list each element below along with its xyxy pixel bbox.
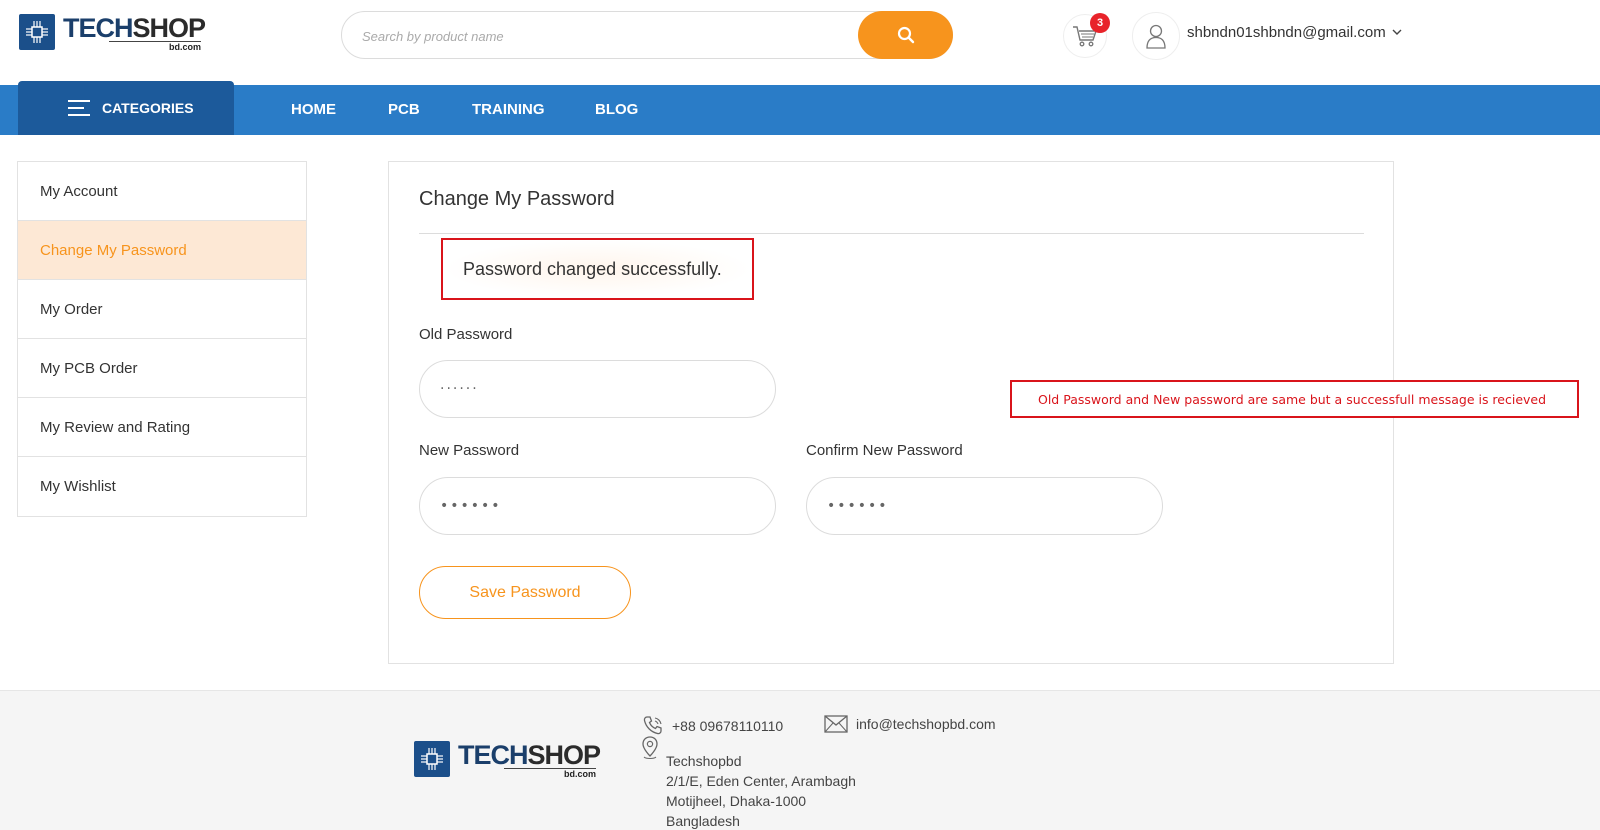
sidebar-item-my-order[interactable]: My Order (18, 280, 306, 339)
user-avatar-button[interactable] (1132, 12, 1180, 60)
bug-annotation-text: Old Password and New password are same b… (1038, 391, 1547, 407)
site-header: TECHSHOP bd.com 3 shbndn01shbndn@gmail (0, 0, 1600, 85)
success-message: Password changed successfully. (441, 238, 754, 300)
address-line: 2/1/E, Eden Center, Arambagh (666, 773, 856, 789)
categories-button[interactable]: CATEGORIES (18, 81, 234, 135)
footer-phone-text: +88 09678110110 (672, 718, 784, 734)
sidebar-item-review-rating[interactable]: My Review and Rating (18, 398, 306, 457)
user-icon (1146, 24, 1166, 49)
old-password-label: Old Password (419, 326, 513, 343)
cart-button[interactable]: 3 (1063, 13, 1110, 58)
success-message-text: Password changed successfully. (463, 258, 722, 279)
new-password-field[interactable] (419, 477, 776, 535)
user-menu[interactable]: shbndn01shbndn@gmail.com (1187, 24, 1402, 41)
logo-wordmark: TECHSHOP bd.com (63, 13, 207, 52)
footer-address: Techshopbd 2/1/E, Eden Center, Arambagh … (666, 751, 856, 830)
cart-count-badge: 3 (1090, 13, 1110, 33)
bug-annotation: Old Password and New password are same b… (1010, 380, 1579, 418)
chip-logo-icon (19, 14, 55, 50)
account-sidebar: My Account Change My Password My Order M… (17, 161, 307, 517)
address-line: Bangladesh (666, 813, 740, 829)
address-line: Techshopbd (666, 753, 742, 769)
envelope-icon (824, 715, 848, 733)
logo-word-tech: TECH (458, 740, 528, 770)
sidebar-item-change-password[interactable]: Change My Password (18, 221, 306, 280)
title-divider (419, 233, 1364, 234)
chip-logo-icon (414, 741, 450, 777)
search-input[interactable] (362, 25, 842, 47)
nav-link-pcb[interactable]: PCB (388, 101, 420, 118)
sidebar-item-label: My PCB Order (40, 359, 138, 377)
logo-word-tech: TECH (63, 13, 133, 43)
old-password-field[interactable] (419, 360, 776, 418)
sidebar-item-label: My Order (40, 300, 103, 318)
logo-domain: bd.com (109, 41, 202, 52)
sidebar-item-label: My Account (40, 182, 118, 200)
logo-word-shop: SHOP (132, 13, 207, 43)
confirm-password-label: Confirm New Password (806, 442, 963, 459)
main-nav: CATEGORIES HOME PCB TRAINING BLOG (0, 81, 1600, 135)
nav-link-training[interactable]: TRAINING (472, 101, 545, 118)
location-pin-icon (641, 736, 659, 760)
page-title: Change My Password (419, 188, 615, 210)
nav-link-home[interactable]: HOME (291, 101, 336, 118)
address-line: Motijheel, Dhaka-1000 (666, 793, 807, 809)
sidebar-item-label: Change My Password (40, 241, 187, 259)
search-icon (897, 26, 914, 44)
nav-link-blog[interactable]: BLOG (595, 101, 638, 118)
logo-wordmark: TECHSHOP bd.com (458, 740, 602, 779)
sidebar-item-label: My Wishlist (40, 478, 116, 495)
site-logo[interactable]: TECHSHOP bd.com (19, 13, 207, 52)
sidebar-item-my-pcb-order[interactable]: My PCB Order (18, 339, 306, 398)
new-password-label: New Password (419, 442, 520, 459)
chevron-down-icon (1392, 29, 1402, 35)
logo-domain: bd.com (504, 768, 597, 779)
confirm-password-field[interactable] (806, 477, 1163, 535)
categories-label: CATEGORIES (102, 100, 194, 116)
sidebar-item-my-account[interactable]: My Account (18, 162, 306, 221)
search-button[interactable] (858, 11, 953, 59)
search-bar (341, 11, 953, 59)
footer-phone: +88 09678110110 (642, 715, 783, 737)
footer-email[interactable]: info@techshopbd.com (824, 715, 996, 733)
sidebar-item-wishlist[interactable]: My Wishlist (18, 457, 306, 516)
footer-email-text: info@techshopbd.com (856, 716, 996, 732)
save-password-label: Save Password (469, 583, 581, 601)
footer-logo[interactable]: TECHSHOP bd.com (414, 740, 602, 779)
sidebar-item-label: My Review and Rating (40, 418, 191, 436)
site-footer: TECHSHOP bd.com +88 09678110110 info@tec… (0, 690, 1600, 830)
hamburger-icon (68, 100, 90, 116)
phone-icon (642, 715, 664, 737)
save-password-button[interactable]: Save Password (419, 566, 631, 619)
user-email: shbndn01shbndn@gmail.com (1187, 24, 1386, 41)
logo-word-shop: SHOP (527, 740, 602, 770)
